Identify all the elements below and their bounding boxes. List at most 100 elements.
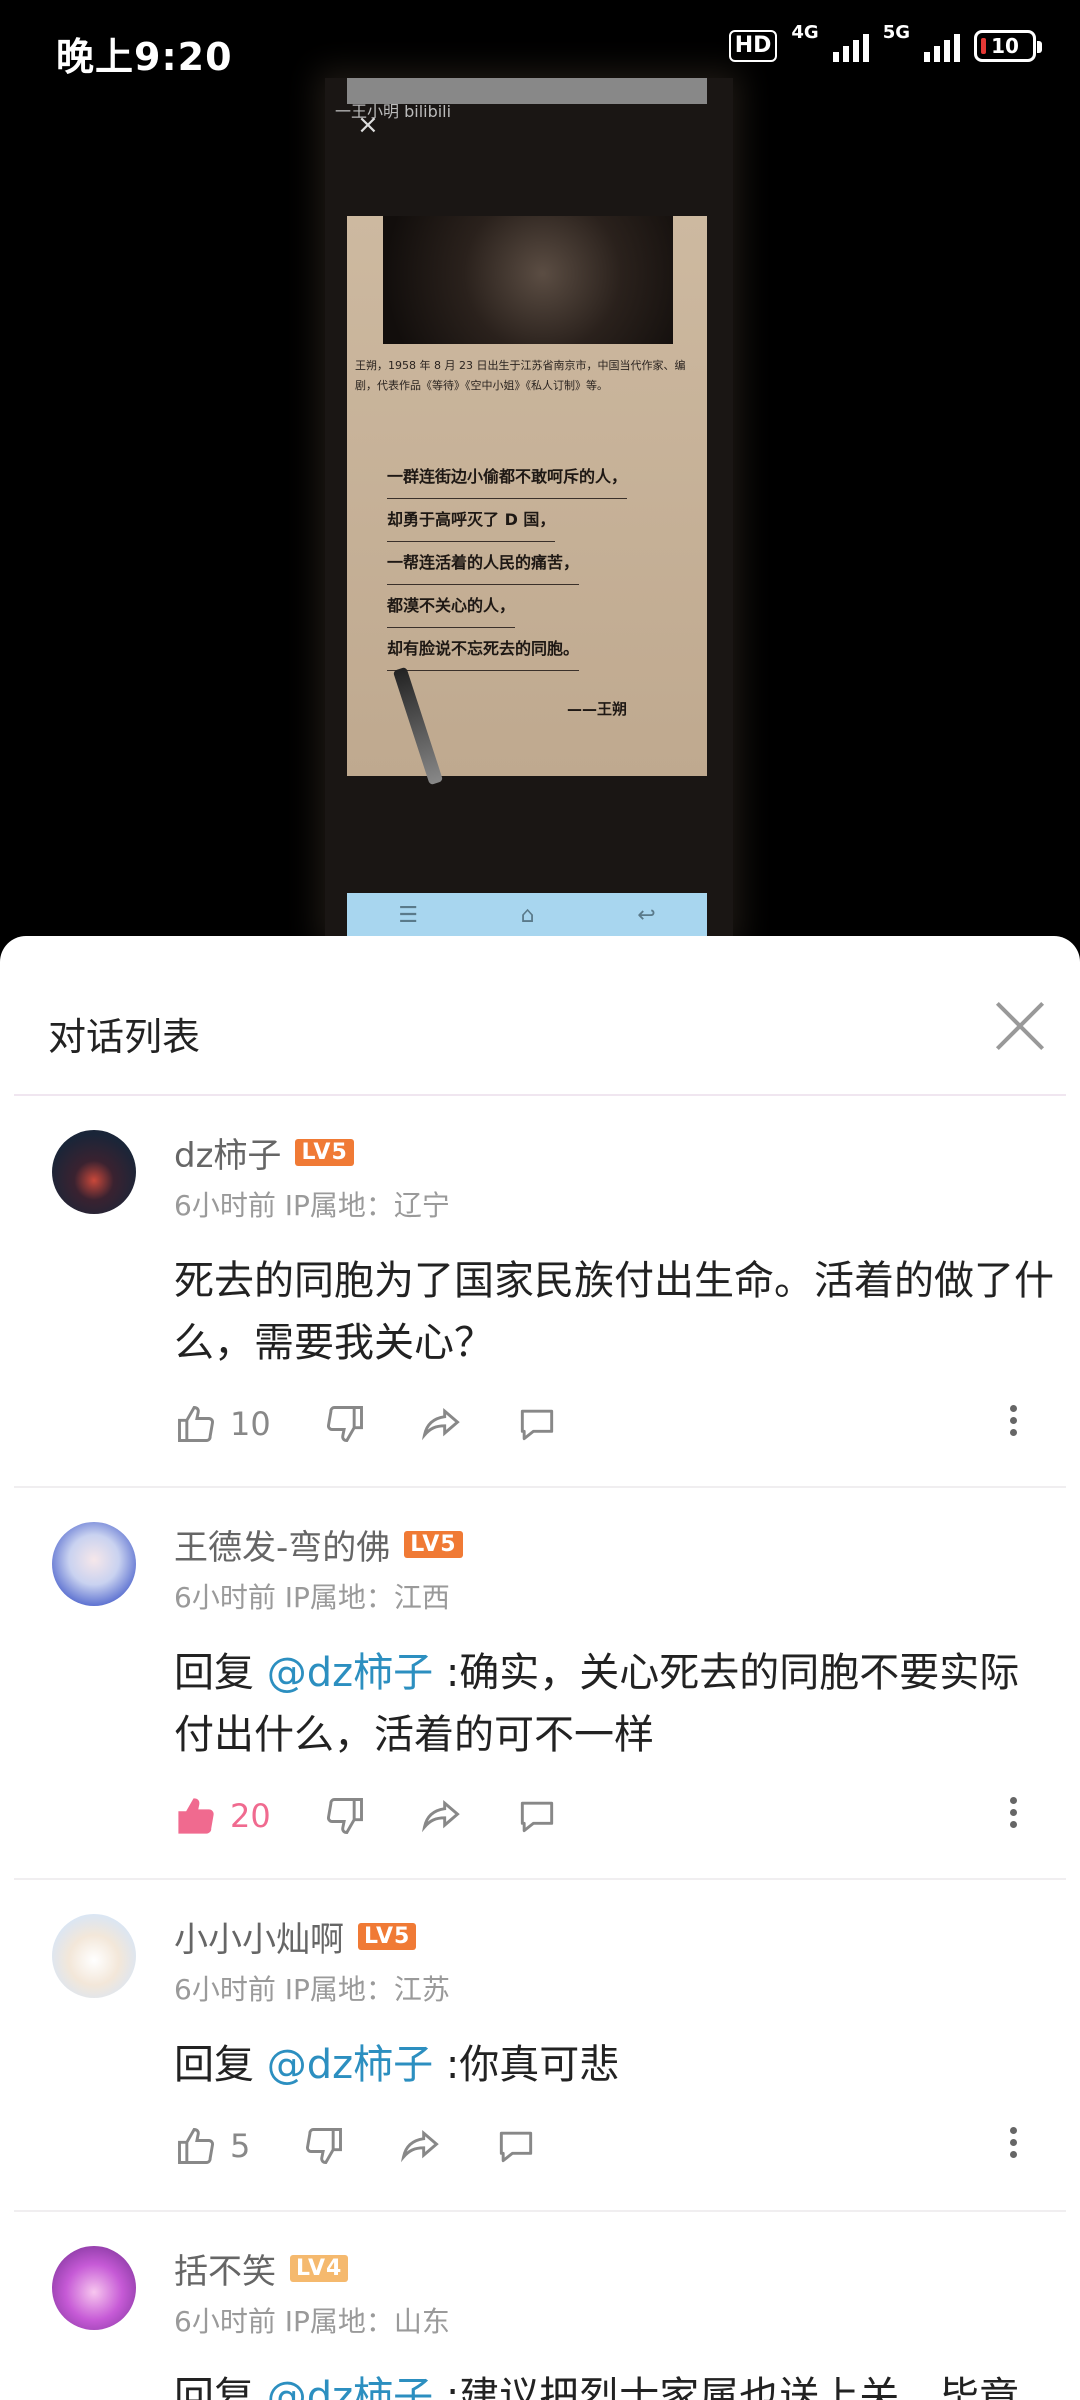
username[interactable]: dz柿子 LV5 xyxy=(174,1128,354,1177)
comment-text: 死去的同胞为了国家民族付出生命。活着的做了什么，需要我关心？ xyxy=(174,1250,1054,1374)
reply-button[interactable] xyxy=(515,1794,559,1838)
frame-nav-bar: ☰ ⌂ ↩ xyxy=(347,893,707,938)
thumbs-up-icon xyxy=(178,2128,214,2164)
share-icon xyxy=(401,2129,440,2163)
mention-link[interactable]: @dz柿子 xyxy=(267,2374,433,2400)
signal-icon xyxy=(924,30,960,62)
comment-actions: 10 xyxy=(174,1402,611,1446)
more-options-icon[interactable] xyxy=(1010,1792,1018,1833)
reply-prefix: 回复 xyxy=(174,1650,267,1696)
comment-item: 王德发-弯的佛 LV5 6小时前 IP属地：江西 回复 @dz柿子 :确实，关心… xyxy=(14,1488,1066,1880)
comment-text: 回复 @dz柿子 :建议把烈士家属也送上关，毕竟 xyxy=(174,2366,1054,2400)
comment-meta: 6小时前 IP属地：江西 xyxy=(174,1581,450,1614)
level-badge: LV5 xyxy=(404,1531,463,1558)
comment-meta: 6小时前 IP属地：山东 xyxy=(174,2305,450,2338)
thumbs-down-icon xyxy=(326,1406,363,1442)
video-frame: 一王小明 bilibili × 王朔，1958 年 8 月 23 日出生于江苏省… xyxy=(325,78,733,938)
avatar[interactable] xyxy=(52,1522,136,1606)
share-button[interactable] xyxy=(398,2124,442,2168)
sheet-header: 对话列表 xyxy=(14,936,1066,1096)
like-button[interactable]: 5 xyxy=(174,2124,250,2168)
pen-illustration xyxy=(392,666,444,786)
level-badge: LV5 xyxy=(295,1139,354,1166)
dislike-button[interactable] xyxy=(323,1402,367,1446)
share-icon xyxy=(421,1799,460,1833)
comment-actions: 20 xyxy=(174,1794,611,1838)
quote-line: 却有脸说不忘死去的同胞。 xyxy=(387,628,580,671)
comment-item: 括不笑 LV4 6小时前 IP属地：山东 回复 @dz柿子 :建议把烈士家属也送… xyxy=(14,2212,1066,2400)
comment-body: :你真可悲 xyxy=(433,2042,620,2088)
more-options-icon[interactable] xyxy=(1010,1400,1018,1441)
reply-prefix: 回复 xyxy=(174,2374,267,2400)
level-badge: LV5 xyxy=(358,1923,417,1950)
network-4g-label: 4G xyxy=(791,21,819,43)
quote-line: 一帮连活着的人民的痛苦， xyxy=(387,542,580,585)
comment-icon xyxy=(500,2131,533,2163)
comment-meta: 6小时前 IP属地：辽宁 xyxy=(174,1189,450,1222)
battery-icon: 10 xyxy=(974,30,1042,62)
avatar[interactable] xyxy=(52,1914,136,1998)
quote-line: 一群连街边小偷都不敢呵斥的人， xyxy=(387,456,628,499)
reply-prefix: 回复 xyxy=(174,2042,267,2088)
article-image: 王朔，1958 年 8 月 23 日出生于江苏省南京市，中国当代作家、编剧，代表… xyxy=(347,216,707,786)
username[interactable]: 小小小灿啊 LV5 xyxy=(174,1912,417,1961)
like-button[interactable]: 10 xyxy=(174,1402,271,1446)
comment-text: 回复 @dz柿子 :确实，关心死去的同胞不要实际付出什么，活着的可不一样 xyxy=(174,1642,1054,1766)
back-icon: ↩ xyxy=(637,903,656,928)
quote-line: 却勇于高呼灭了 D 国， xyxy=(387,499,556,542)
comment-meta: 6小时前 IP属地：江苏 xyxy=(174,1973,450,2006)
username-text: 王德发-弯的佛 xyxy=(174,1528,391,1568)
conversation-sheet: 对话列表 dz柿子 LV5 6小时前 IP属地：辽宁 死去的同胞为了国家民族付出… xyxy=(0,936,1080,2400)
comment-body: :建议把烈士家属也送上关，毕竟 xyxy=(433,2374,1020,2400)
thumbs-up-icon xyxy=(178,1406,214,1442)
thumbs-down-icon xyxy=(306,2128,343,2164)
quote-author: ——王朔 xyxy=(567,700,628,718)
share-icon xyxy=(421,1407,460,1441)
dislike-button[interactable] xyxy=(323,1794,367,1838)
sheet-title: 对话列表 xyxy=(48,1015,201,1059)
comment-body: 死去的同胞为了国家民族付出生命。活着的做了什么，需要我关心？ xyxy=(174,1258,1054,1366)
like-button[interactable]: 20 xyxy=(174,1794,271,1838)
like-count: 5 xyxy=(230,2127,251,2165)
comment-icon xyxy=(520,1409,553,1441)
avatar[interactable] xyxy=(52,2246,136,2330)
reply-button[interactable] xyxy=(515,1402,559,1446)
status-time: 晚上9:20 xyxy=(56,35,233,79)
quote-block: 一群连街边小偷都不敢呵斥的人， 却勇于高呼灭了 D 国， 一帮连活着的人民的痛苦… xyxy=(387,456,687,671)
mention-link[interactable]: @dz柿子 xyxy=(267,1650,433,1696)
thumbs-down-icon xyxy=(326,1798,363,1834)
like-count: 20 xyxy=(230,1797,271,1835)
comment-item: dz柿子 LV5 6小时前 IP属地：辽宁 死去的同胞为了国家民族付出生命。活着… xyxy=(14,1096,1066,1488)
video-watermark: 一王小明 bilibili xyxy=(335,102,452,121)
signal-icon xyxy=(832,30,869,62)
share-button[interactable] xyxy=(419,1794,463,1838)
close-icon[interactable] xyxy=(992,998,1048,1054)
home-icon: ⌂ xyxy=(520,903,535,928)
avatar[interactable] xyxy=(52,1130,136,1214)
video-player[interactable]: 一王小明 bilibili × 王朔，1958 年 8 月 23 日出生于江苏省… xyxy=(0,0,1080,940)
network-5g-label: 5G xyxy=(882,21,910,43)
mention-link[interactable]: @dz柿子 xyxy=(267,2042,433,2088)
comment-text: 回复 @dz柿子 :你真可悲 xyxy=(174,2034,1054,2096)
hd-icon: HD xyxy=(728,30,778,62)
username-text: dz柿子 xyxy=(174,1136,282,1176)
status-icons: HD 4G 5G 10 xyxy=(728,22,1042,62)
status-bar: 晚上9:20 HD 4G 5G 10 xyxy=(0,0,1080,100)
menu-icon: ☰ xyxy=(398,903,419,928)
username[interactable]: 王德发-弯的佛 LV5 xyxy=(174,1520,463,1569)
username-text: 小小小灿啊 xyxy=(174,1920,344,1960)
portrait-photo xyxy=(383,216,673,344)
username-text: 括不笑 xyxy=(174,2252,276,2292)
reply-button[interactable] xyxy=(494,2124,538,2168)
username[interactable]: 括不笑 LV4 xyxy=(174,2244,349,2293)
like-count: 10 xyxy=(230,1405,271,1443)
dislike-button[interactable] xyxy=(302,2124,346,2168)
share-button[interactable] xyxy=(419,1402,463,1446)
more-options-icon[interactable] xyxy=(1010,2122,1018,2163)
quote-line: 都漠不关心的人， xyxy=(387,585,516,628)
level-badge: LV4 xyxy=(290,2255,349,2282)
frame-close-icon: × xyxy=(357,110,379,140)
comment-icon xyxy=(520,1801,553,1833)
comment-actions: 5 xyxy=(174,2124,590,2168)
thumbs-up-filled-icon xyxy=(178,1798,214,1834)
